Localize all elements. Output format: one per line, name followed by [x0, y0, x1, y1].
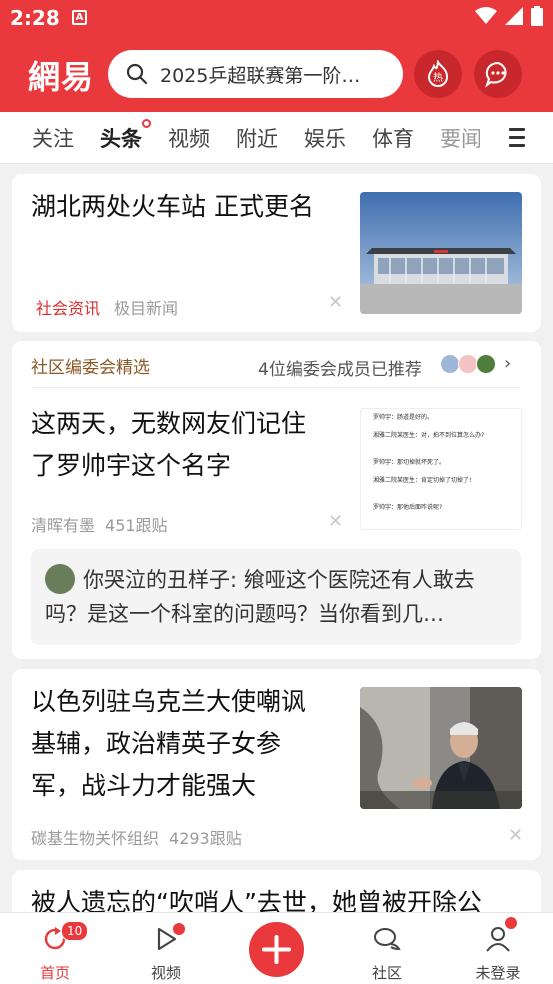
avatar: [440, 354, 460, 374]
nav-profile[interactable]: 未登录: [458, 913, 538, 984]
category-tag: 社会资讯: [36, 299, 101, 318]
tab-news[interactable]: 要闻: [440, 123, 480, 153]
title-line: 基辅，政治精英子女参: [31, 729, 282, 758]
battery-icon: [531, 6, 543, 26]
tab-headline[interactable]: 头条: [100, 118, 151, 153]
channel-tabs: 关注 头条 视频 附近 娱乐 体育 要闻: [0, 112, 553, 164]
unread-dot: [142, 118, 151, 128]
search-icon: [126, 63, 148, 85]
search-placeholder: 2025乒超联赛第一阶…: [160, 64, 361, 87]
nav-community-label: 社区: [371, 964, 402, 982]
title-line: 这两天，无数网友们记住: [31, 409, 307, 438]
title-line: 军，战斗力才能强大: [31, 771, 257, 800]
nav-video-label: 视频: [150, 964, 181, 982]
nav-community[interactable]: 社区: [347, 913, 427, 984]
tab-follow[interactable]: 关注: [32, 123, 74, 153]
tab-entertainment[interactable]: 娱乐: [304, 123, 346, 153]
community-chat-icon: [374, 928, 401, 951]
channel-menu-icon[interactable]: [509, 128, 525, 152]
tab-headline-label: 头条: [100, 126, 142, 151]
news-source: 极目新闻: [114, 299, 179, 318]
wifi-icon: [475, 7, 497, 24]
tab-video[interactable]: 视频: [168, 123, 210, 153]
nav-profile-label: 未登录: [475, 964, 521, 982]
divider: [31, 387, 521, 388]
news-card-1[interactable]: 湖北两处火车站 正式更名 社会资讯 极目新闻 ✕: [12, 174, 541, 332]
train-station-image: [360, 192, 522, 314]
status-bar: 2:28 A: [0, 0, 553, 36]
chat-screenshot-line: 湘雅二院某医生：肯定切掉了切掉了!: [373, 477, 472, 484]
commenter-avatar: [45, 564, 75, 594]
title-line: 了罗帅宇这个名字: [31, 451, 232, 480]
app-header: 網易 2025乒超联赛第一阶… 热: [0, 36, 553, 112]
tab-sports[interactable]: 体育: [372, 123, 414, 153]
follow-count: 4293跟贴: [169, 829, 242, 848]
comment-body: 你哭泣的丑样子: 飨哑这个医院还有人敢去吗？是这一个科室的问题吗？当你看到几…: [45, 563, 511, 631]
commenter-name: 你哭泣的丑样子:: [83, 568, 238, 592]
clock: 2:28: [10, 6, 60, 30]
hot-button[interactable]: 热: [414, 50, 462, 98]
news-meta: 清晖有墨 451跟贴: [31, 512, 168, 536]
unread-dot: [505, 917, 517, 929]
editor-avatars: [440, 354, 500, 376]
netease-logo: 網易: [28, 58, 95, 96]
follow-count: 451跟贴: [105, 516, 168, 535]
dismiss-icon[interactable]: ✕: [328, 292, 343, 313]
news-title[interactable]: 湖北两处火车站 正式更名: [31, 186, 341, 228]
notification-badge: 10: [61, 921, 89, 941]
hot-comment[interactable]: 你哭泣的丑样子: 飨哑这个医院还有人敢去吗？是这一个科室的问题吗？当你看到几…: [31, 549, 521, 645]
chat-bubble-icon: [485, 61, 507, 88]
system-icons: [475, 6, 543, 26]
news-thumbnail[interactable]: [360, 192, 522, 314]
publish-button[interactable]: [249, 922, 304, 977]
unread-dot: [173, 923, 185, 935]
tab-nearby[interactable]: 附近: [236, 123, 278, 153]
svg-text:热: 热: [433, 71, 443, 84]
nav-video[interactable]: 视频: [126, 913, 206, 984]
recommend-count[interactable]: 4位编委会成员已推荐: [258, 355, 422, 380]
interview-image: [360, 687, 522, 809]
dismiss-icon[interactable]: ✕: [508, 825, 523, 846]
signal-icon: [505, 7, 523, 25]
avatar: [476, 354, 496, 374]
nav-home-label: 首页: [39, 964, 70, 982]
chat-screenshot-line: 罗帅宇：那切掉就坏死了。: [373, 459, 446, 466]
search-bar[interactable]: 2025乒超联赛第一阶…: [108, 50, 403, 98]
chat-screenshot-line: 罗帅宇：那他后面咋说呢?: [373, 504, 443, 511]
news-title[interactable]: 以色列驻乌克兰大使嘲讽 基辅，政治精英子女参 军，战斗力才能强大: [31, 681, 341, 807]
news-thumbnail[interactable]: 罗帅宇：肠道是好的。 湘雅二院某医生：对，拍不到位算怎么办? 罗帅宇：那切掉就坏…: [360, 408, 522, 530]
chat-screenshot-line: 罗帅宇：肠道是好的。: [373, 414, 434, 421]
committee-label: 社区编委会精选: [31, 358, 150, 378]
chevron-right-icon[interactable]: ›: [504, 353, 511, 374]
hot-flame-icon: 热: [427, 60, 449, 87]
notification-icon: A: [72, 10, 87, 25]
title-line: 以色列驻乌克兰大使嘲讽: [31, 687, 307, 716]
committee-card[interactable]: 社区编委会精选 4位编委会成员已推荐 › 这两天，无数网友们记住 了罗帅宇这个名…: [12, 341, 541, 659]
plus-icon: [262, 935, 291, 964]
news-title[interactable]: 这两天，无数网友们记住 了罗帅宇这个名字: [31, 403, 341, 487]
news-source: 碳基生物关怀组织: [31, 829, 160, 848]
message-button[interactable]: [474, 50, 522, 98]
news-card-3[interactable]: 以色列驻乌克兰大使嘲讽 基辅，政治精英子女参 军，战斗力才能强大 碳基生物关怀组…: [12, 669, 541, 860]
avatar: [458, 354, 478, 374]
dismiss-icon[interactable]: ✕: [328, 511, 343, 532]
news-meta: 社会资讯 极目新闻: [36, 295, 178, 319]
news-meta: 碳基生物关怀组织 4293跟贴: [31, 825, 242, 849]
news-source: 清晖有墨: [31, 516, 96, 535]
bottom-nav: 10 首页 视频 社区 未登录: [0, 912, 553, 984]
news-thumbnail[interactable]: [360, 687, 522, 809]
chat-screenshot-line: 湘雅二院某医生：对，拍不到位算怎么办?: [373, 432, 485, 439]
user-icon: [486, 927, 510, 952]
nav-home[interactable]: 10 首页: [15, 913, 95, 984]
